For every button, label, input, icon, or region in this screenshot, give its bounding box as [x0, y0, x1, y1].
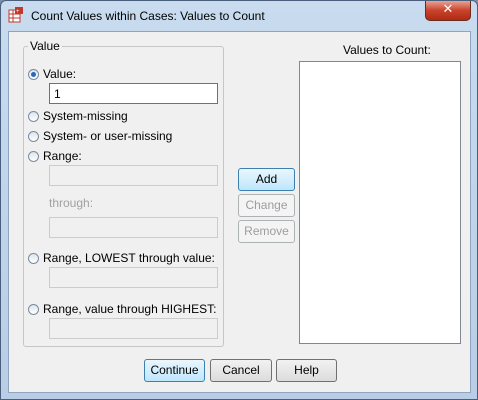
- radio-system-or-user-missing-label: System- or user-missing: [43, 129, 173, 143]
- radio-system-missing[interactable]: System-missing: [28, 109, 128, 123]
- cancel-button[interactable]: Cancel: [210, 359, 272, 382]
- radio-value-indicator[interactable]: [28, 68, 39, 80]
- close-button[interactable]: ✕: [425, 1, 471, 21]
- radio-range-highest[interactable]: Range, value through HIGHEST:: [28, 302, 216, 316]
- svg-text:+: +: [16, 9, 20, 15]
- value-group-legend: Value: [28, 39, 62, 53]
- radio-system-missing-indicator[interactable]: [28, 110, 39, 122]
- radio-range-highest-indicator[interactable]: [28, 303, 39, 315]
- remove-button[interactable]: Remove: [238, 220, 295, 243]
- continue-button[interactable]: Continue: [144, 359, 205, 382]
- title-bar[interactable]: + Count Values within Cases: Values to C…: [1, 1, 477, 31]
- range-highest-input[interactable]: [49, 318, 218, 339]
- add-button[interactable]: Add: [238, 168, 295, 191]
- dialog-window: + Count Values within Cases: Values to C…: [0, 0, 478, 400]
- radio-range-label: Range:: [43, 149, 82, 163]
- radio-range-highest-label: Range, value through HIGHEST:: [43, 302, 217, 316]
- values-to-count-list[interactable]: [299, 61, 461, 344]
- dialog-body: Value Value: System-missing System- or u…: [8, 31, 471, 393]
- radio-range-lowest[interactable]: Range, LOWEST through value:: [28, 251, 215, 265]
- radio-range[interactable]: Range:: [28, 149, 82, 163]
- change-button[interactable]: Change: [238, 194, 295, 217]
- range-to-input[interactable]: [49, 217, 218, 238]
- radio-range-lowest-label: Range, LOWEST through value:: [43, 251, 215, 265]
- value-text[interactable]: [50, 84, 217, 103]
- radio-range-lowest-indicator[interactable]: [28, 252, 39, 264]
- radio-range-indicator[interactable]: [28, 150, 39, 162]
- radio-system-or-user-missing[interactable]: System- or user-missing: [28, 129, 172, 143]
- range-from-input[interactable]: [49, 165, 218, 186]
- radio-value[interactable]: Value:: [28, 67, 76, 81]
- window-title: Count Values within Cases: Values to Cou…: [31, 9, 265, 23]
- radio-value-label: Value:: [43, 67, 77, 81]
- close-icon: ✕: [442, 2, 454, 17]
- value-input[interactable]: [49, 83, 218, 104]
- spss-app-icon: +: [8, 7, 23, 23]
- help-button[interactable]: Help: [276, 359, 337, 382]
- through-label: through:: [49, 196, 94, 210]
- radio-system-missing-label: System-missing: [43, 109, 128, 123]
- values-to-count-label: Values to Count:: [343, 43, 431, 57]
- radio-system-or-user-missing-indicator[interactable]: [28, 130, 39, 142]
- range-lowest-input[interactable]: [49, 267, 218, 288]
